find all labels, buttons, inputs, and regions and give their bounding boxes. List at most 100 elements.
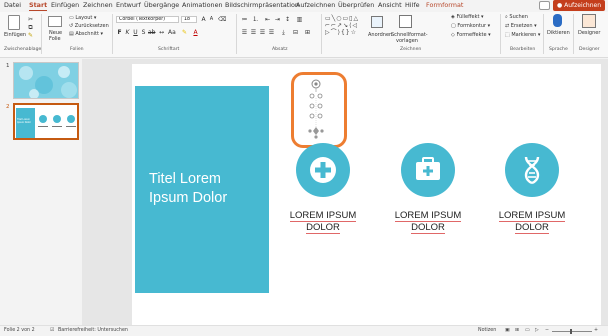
accessibility-status[interactable]: Barrierefreiheit: Untersuchen bbox=[58, 328, 128, 333]
new-slide-label-2[interactable]: Folie bbox=[49, 36, 61, 42]
font-size-field[interactable]: 18 bbox=[181, 16, 197, 23]
slide-thumbnail-2[interactable]: Titel Lorem Ipsum Dolor bbox=[13, 103, 79, 140]
slide-sorter-icon[interactable]: ⊞ bbox=[515, 328, 519, 333]
copy-icon[interactable]: ⧉ bbox=[27, 24, 34, 31]
shapes-gallery[interactable]: ▭╲○▭▯△ ⌐⌐↗↘⟨◁ ▷⌒⟩{}☆ bbox=[325, 15, 367, 43]
text-direction-icon[interactable]: ⤓ bbox=[280, 29, 287, 36]
microphone-icon[interactable] bbox=[553, 14, 562, 27]
reading-view-icon[interactable]: ▭ bbox=[525, 328, 530, 333]
cut-icon[interactable]: ✂ bbox=[27, 16, 34, 23]
layout-button[interactable]: ▭ Layout ▾ bbox=[69, 15, 96, 21]
selection-highlight bbox=[291, 72, 347, 148]
tab-start[interactable]: Start bbox=[29, 1, 48, 11]
tab-insert[interactable]: Einfügen bbox=[51, 1, 79, 10]
tab-review[interactable]: Überprüfen bbox=[338, 1, 374, 10]
tab-draw[interactable]: Zeichnen bbox=[83, 1, 113, 10]
paste-icon[interactable] bbox=[8, 15, 20, 30]
underline-icon[interactable]: U bbox=[132, 29, 139, 36]
align-center-icon[interactable]: ☰ bbox=[250, 29, 257, 36]
zoom-slider-thumb[interactable] bbox=[570, 329, 572, 334]
item-label-3[interactable]: LOREM IPSUM DOLOR bbox=[484, 210, 580, 234]
item-label-1[interactable]: LOREM IPSUM DOLOR bbox=[275, 210, 371, 234]
change-case-icon[interactable]: Aa bbox=[168, 29, 176, 36]
normal-view-icon[interactable]: ▣ bbox=[505, 328, 510, 333]
title-block[interactable]: Titel Lorem Ipsum Dolor bbox=[135, 86, 269, 293]
slideshow-icon[interactable]: ▷ bbox=[535, 328, 539, 333]
arrange-label[interactable]: Anordnen bbox=[368, 32, 392, 38]
font-name-field[interactable]: Corbel (Textkörper) bbox=[116, 16, 179, 23]
zoom-in-icon[interactable]: + bbox=[594, 328, 598, 333]
tab-animations[interactable]: Animationen bbox=[182, 1, 223, 10]
thumbnail-number: 2 bbox=[6, 104, 10, 110]
icon-circle-2[interactable] bbox=[401, 143, 455, 197]
justify-icon[interactable]: ☰ bbox=[268, 29, 275, 36]
quick-styles-icon[interactable] bbox=[399, 15, 412, 28]
bold-icon[interactable]: F bbox=[116, 29, 123, 36]
tab-view[interactable]: Ansicht bbox=[378, 1, 402, 10]
comment-icon[interactable] bbox=[539, 1, 550, 10]
item-label-2[interactable]: LOREM IPSUM DOLOR bbox=[380, 210, 476, 234]
align-right-icon[interactable]: ☰ bbox=[259, 29, 266, 36]
tab-transitions[interactable]: Übergänge bbox=[144, 1, 179, 10]
numbering-icon[interactable]: ⒈ bbox=[252, 16, 259, 23]
new-slide-icon[interactable] bbox=[48, 16, 62, 27]
zoom-slider[interactable] bbox=[552, 331, 592, 332]
designer-group-label: Designer bbox=[579, 47, 600, 52]
zoom-out-icon[interactable]: − bbox=[545, 328, 549, 333]
shape-fill-button[interactable]: ◈ Fülleffekt ▾ bbox=[451, 14, 484, 20]
slide-title[interactable]: Titel Lorem Ipsum Dolor bbox=[149, 170, 264, 208]
bullets-icon[interactable]: ≔ bbox=[241, 16, 248, 23]
paste-label[interactable]: Einfügen bbox=[4, 32, 26, 38]
record-button[interactable]: ● Aufzeichnen bbox=[553, 0, 605, 11]
thumbnail-text-line bbox=[66, 126, 76, 127]
decrease-indent-icon[interactable]: ⇤ bbox=[264, 16, 271, 23]
smartart-icon[interactable]: ⊞ bbox=[304, 29, 311, 36]
slide-thumbnail-1[interactable] bbox=[13, 62, 79, 99]
slides-group-label: Folien bbox=[70, 47, 84, 52]
columns-icon[interactable]: ▥ bbox=[296, 16, 303, 23]
select-button[interactable]: ⬚ Markieren ▾ bbox=[505, 32, 540, 38]
highlight-icon[interactable]: ✎ bbox=[181, 29, 188, 36]
notes-button[interactable]: Notizen bbox=[478, 328, 496, 333]
spellcheck-icon[interactable]: ☑ bbox=[50, 328, 54, 333]
dictate-label[interactable]: Diktieren bbox=[547, 30, 570, 36]
shadow-icon[interactable]: S bbox=[140, 29, 147, 36]
char-spacing-icon[interactable]: ↔ bbox=[158, 29, 165, 36]
align-left-icon[interactable]: ☰ bbox=[241, 29, 248, 36]
icon-circle-1[interactable] bbox=[296, 143, 350, 197]
grow-font-icon[interactable]: A bbox=[200, 16, 207, 23]
format-painter-icon[interactable]: ✎ bbox=[27, 32, 34, 39]
quick-styles-label-2[interactable]: vorlagen bbox=[396, 38, 418, 44]
icon-circle-3[interactable] bbox=[505, 143, 559, 197]
shape-outline-button[interactable]: ▢ Formkontur ▾ bbox=[451, 23, 490, 29]
section-button[interactable]: ▤ Abschnitt ▾ bbox=[69, 31, 103, 37]
slide[interactable]: Titel Lorem Ipsum Dolor LOREM IPSUM DOLO… bbox=[132, 64, 601, 325]
designer-label[interactable]: Designer bbox=[578, 30, 600, 36]
align-text-icon[interactable]: ⊟ bbox=[292, 29, 299, 36]
tab-record[interactable]: Aufzeichnen bbox=[296, 1, 335, 10]
italic-icon[interactable]: K bbox=[124, 29, 131, 36]
editing-group-label: Bearbeiten bbox=[510, 47, 536, 52]
font-color-icon[interactable]: A bbox=[192, 29, 199, 36]
tab-slideshow[interactable]: Bildschirmpräsentation bbox=[225, 1, 299, 10]
find-button[interactable]: ⌕ Suchen bbox=[505, 14, 528, 20]
clear-format-icon[interactable]: ⌫ bbox=[218, 16, 226, 23]
replace-button[interactable]: ⇄ Ersetzen ▾ bbox=[505, 23, 537, 29]
line-spacing-icon[interactable]: ↕ bbox=[284, 16, 291, 23]
select-label: Markieren bbox=[511, 32, 537, 38]
designer-icon[interactable] bbox=[582, 14, 596, 28]
tab-file[interactable]: Datei bbox=[4, 1, 21, 10]
slide-title-line-1: Titel Lorem bbox=[149, 171, 221, 187]
paragraph-group-label: Absatz bbox=[272, 47, 288, 52]
tab-help[interactable]: Hilfe bbox=[405, 1, 420, 10]
replace-label: Ersetzen bbox=[510, 23, 533, 29]
strikethrough-icon[interactable]: ab bbox=[148, 29, 156, 36]
shrink-font-icon[interactable]: A bbox=[208, 16, 215, 23]
tab-shape-format[interactable]: Formformat bbox=[426, 1, 463, 10]
tab-design[interactable]: Entwurf bbox=[116, 1, 141, 10]
increase-indent-icon[interactable]: ⇥ bbox=[274, 16, 281, 23]
shape-effects-button[interactable]: ◇ Formeffekte ▾ bbox=[451, 32, 491, 38]
section-label: Abschnitt bbox=[75, 31, 99, 37]
arrange-icon[interactable] bbox=[371, 16, 383, 28]
reset-button[interactable]: ↺ Zurücksetzen bbox=[69, 23, 109, 29]
